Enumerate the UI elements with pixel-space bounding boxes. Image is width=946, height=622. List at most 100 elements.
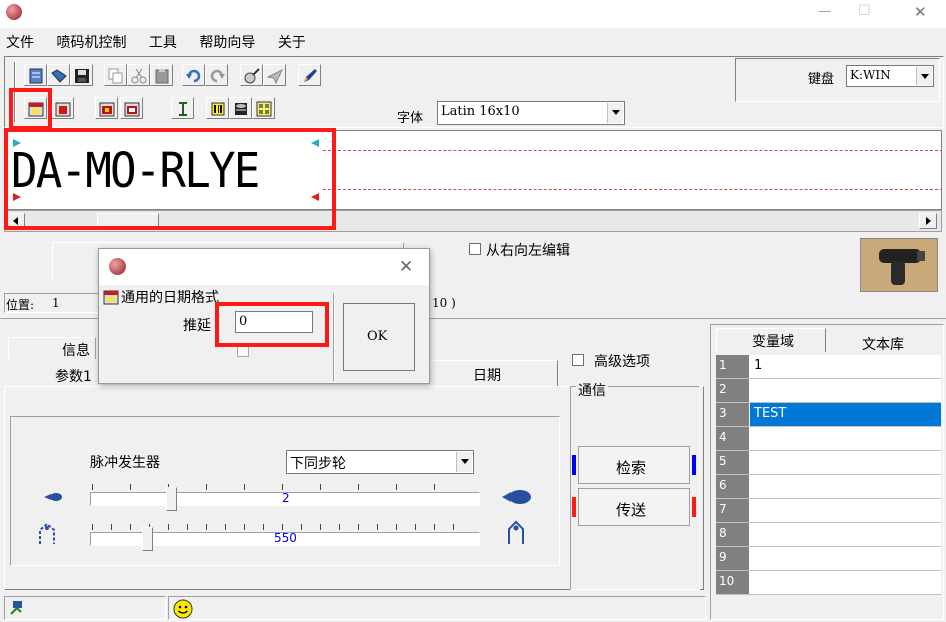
dialog-title: 通用的日期格式 [121, 290, 219, 306]
var-row[interactable]: 6 [716, 475, 941, 499]
barcode-button[interactable] [206, 97, 229, 119]
menu-printer-control[interactable]: 喷码机控制 [56, 32, 126, 52]
drop-large-icon [502, 490, 531, 504]
tab-param-label[interactable]: 参数1 [55, 366, 92, 386]
counter-format-button[interactable] [120, 97, 143, 119]
grid-button[interactable] [252, 97, 275, 119]
pen-icon [304, 69, 317, 82]
status-cell-1 [4, 596, 166, 620]
pulse-select[interactable]: 下同步轮 [286, 450, 474, 474]
var-row[interactable]: 5 [716, 451, 941, 475]
var-row[interactable]: 8 [716, 523, 941, 547]
menu-about[interactable]: 关于 [278, 32, 306, 52]
close-button[interactable]: ✕ [914, 3, 927, 21]
nozzle-large-icon [508, 520, 524, 544]
undo-icon [186, 69, 201, 83]
dialog-titlebar[interactable] [99, 249, 429, 285]
text-cursor-button[interactable] [171, 97, 194, 119]
text-cursor-icon [179, 102, 187, 116]
paste-button[interactable] [150, 64, 173, 86]
menu-file[interactable]: 文件 [6, 32, 34, 52]
tab-date-label[interactable]: 日期 [473, 365, 501, 385]
clean-button[interactable] [240, 64, 263, 86]
send-left-indicator [572, 497, 576, 517]
dialog-close-button[interactable]: ✕ [399, 257, 413, 277]
menu-help-wizard[interactable]: 帮助向导 [199, 32, 255, 52]
save-button[interactable] [70, 64, 93, 86]
printer-image [860, 238, 938, 292]
delay-label: 推延 [183, 318, 211, 334]
var-row[interactable]: 7 [716, 499, 941, 523]
slider1-value: 2 [282, 491, 290, 505]
var-row[interactable]: 2 [716, 379, 941, 403]
title-bar[interactable]: — ☐ ✕ [0, 0, 946, 28]
highlight-message [4, 128, 336, 230]
var-row-value[interactable]: 1 [754, 358, 762, 373]
var-row[interactable]: 4 [716, 427, 941, 451]
menu-bar: 文件 喷码机控制 工具 帮助向导 关于 [6, 32, 324, 52]
font-select-value: Latin 16x10 [441, 104, 520, 119]
paste-icon [155, 69, 169, 84]
var-row-number: 10 [716, 571, 750, 594]
guide-line-top [323, 150, 941, 151]
time-format-button[interactable] [51, 97, 74, 119]
var-row[interactable]: 11 [716, 355, 941, 379]
scroll-right-button[interactable] [919, 213, 937, 229]
new-file-button[interactable] [24, 64, 47, 86]
var-row-number: 8 [716, 523, 750, 546]
var-row-number: 6 [716, 475, 750, 498]
var-row-number: 1 [716, 355, 750, 378]
tab-text-library-label[interactable]: 文本库 [862, 334, 904, 354]
var-row-number: 7 [716, 499, 750, 522]
chevron-down-icon[interactable] [916, 67, 932, 85]
font-select[interactable]: Latin 16x10 [437, 101, 625, 125]
var-row-number: 5 [716, 451, 750, 474]
keyboard-select[interactable]: K:WIN [846, 65, 934, 87]
rtl-checkbox[interactable] [469, 243, 481, 255]
slider1-thumb[interactable] [166, 487, 177, 511]
keyboard-select-value: K:WIN [850, 68, 891, 82]
brush-icon [244, 68, 260, 84]
new-file-icon [29, 68, 43, 84]
slider2-thumb[interactable] [142, 527, 153, 551]
var-row[interactable]: 10 [716, 571, 941, 595]
open-file-button[interactable] [47, 64, 70, 86]
comm-title: 通信 [576, 380, 608, 400]
dialog-calendar-icon [103, 290, 119, 305]
redo-button[interactable] [205, 64, 228, 86]
var-row[interactable]: 9 [716, 547, 941, 571]
chevron-down-icon[interactable] [456, 452, 472, 472]
send-arrow-button[interactable] [263, 64, 286, 86]
var-row-value[interactable]: TEST [754, 406, 786, 421]
database-icon [235, 103, 247, 115]
floppy-disk-icon [75, 69, 89, 83]
paper-plane-icon [267, 68, 283, 84]
keyboard-label: 键盘 [808, 72, 835, 87]
var-row[interactable]: 3 TEST [716, 403, 941, 427]
send-button-label: 传送 [616, 501, 647, 519]
menu-tools[interactable]: 工具 [149, 32, 177, 52]
copy-button[interactable] [104, 64, 127, 86]
dialog-logo-icon [109, 258, 126, 275]
maximize-button[interactable]: ☐ [858, 3, 871, 19]
smiley-icon [173, 599, 193, 619]
var-row-number: 4 [716, 427, 750, 450]
calendar-red-icon [55, 102, 71, 117]
shift-format-button[interactable] [95, 97, 118, 119]
status-cell-2 [168, 596, 706, 620]
minimize-button[interactable]: — [818, 4, 831, 19]
rtl-label: 从右向左编辑 [486, 243, 570, 259]
tab-variables-label: 变量域 [752, 334, 794, 350]
undo-button[interactable] [182, 64, 205, 86]
position-value: 1 [52, 296, 60, 310]
barcode-icon [211, 102, 225, 116]
advanced-checkbox[interactable] [572, 354, 584, 366]
calendar-shift-icon [99, 102, 115, 117]
dialog-divider [333, 293, 335, 381]
pulse-label: 脉冲发生器 [90, 455, 160, 471]
redo-icon [210, 69, 225, 83]
cut-button[interactable] [127, 64, 150, 86]
pen-button[interactable] [298, 64, 321, 86]
chevron-down-icon[interactable] [607, 103, 623, 123]
logo-button[interactable] [229, 97, 252, 119]
